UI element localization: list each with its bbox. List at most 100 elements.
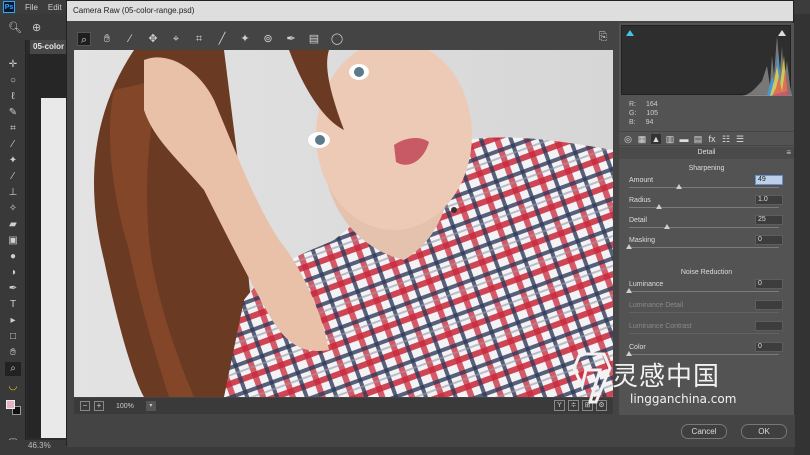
sharpening-slider-value-field[interactable]: 49 (755, 175, 783, 185)
noise-slider-thumb[interactable] (626, 288, 632, 293)
noise-slider-row: Luminance Detail (629, 300, 789, 320)
sharpening-slider-track[interactable] (629, 247, 779, 248)
graduated-filter-icon[interactable]: ▤ (307, 32, 321, 46)
document-tab[interactable]: 05-color (30, 40, 70, 54)
lasso-icon[interactable]: ℓ (5, 90, 21, 104)
ps-options-bar: 🔍︎ ⊕ (0, 14, 70, 40)
sharpening-slider-track[interactable] (629, 187, 779, 188)
targeted-adjust-icon[interactable]: ⌖ (169, 32, 183, 46)
foreground-background-colors[interactable] (5, 400, 21, 420)
sharpening-slider-value-field[interactable]: 0 (755, 235, 783, 245)
image-preview[interactable] (74, 50, 613, 397)
move-icon[interactable]: ✛ (5, 58, 21, 72)
menu-file[interactable]: File (25, 3, 38, 12)
rectangle-icon[interactable]: □ (5, 330, 21, 344)
zoom-icon[interactable]: ⌕ (5, 362, 21, 376)
tab-hsl-icon[interactable]: ▥ (665, 134, 675, 144)
pen-icon[interactable]: ✒ (5, 282, 21, 296)
spot-removal-icon[interactable]: ✦ (238, 32, 252, 46)
type-icon[interactable]: T (5, 298, 21, 312)
crop-icon[interactable]: ⌗ (192, 32, 206, 46)
noise-reduction-heading: Noise Reduction (680, 269, 733, 276)
sharpening-slider-label: Radius (629, 197, 651, 204)
color-sampler-icon[interactable]: ✥ (146, 32, 160, 46)
healing-icon[interactable]: ✦ (5, 154, 21, 168)
watermark-logo-icon (572, 352, 612, 404)
noise-slider-label: Luminance Detail (629, 302, 684, 309)
zoom-in-icon[interactable]: ⊕ (32, 21, 41, 34)
tab-basic-icon[interactable]: ◎ (623, 134, 633, 144)
sharpening-slider-row: Radius 1.0 (629, 195, 789, 215)
noise-slider-track[interactable] (629, 291, 779, 292)
panel-menu-icon[interactable]: ≡ (786, 147, 791, 159)
banana-icon[interactable]: ◡ (5, 380, 21, 394)
ps-right-panel-strip (794, 14, 810, 455)
sharpening-slider-value-field[interactable]: 1.0 (755, 195, 783, 205)
gradient-icon[interactable]: ▣ (5, 234, 21, 248)
history-brush-icon[interactable]: ✧ (5, 202, 21, 216)
sharpening-slider-thumb[interactable] (626, 244, 632, 249)
radial-filter-icon[interactable]: ◯ (330, 32, 344, 46)
sharpening-slider-track[interactable] (629, 227, 779, 228)
shadow-clipping-icon[interactable] (626, 30, 634, 36)
sharpening-slider-row: Detail 25 (629, 215, 789, 235)
quick-select-icon[interactable]: ✎ (5, 106, 21, 120)
sharpening-slider-thumb[interactable] (663, 224, 670, 229)
watermark-url: lingganchina.com (630, 392, 737, 406)
noise-slider-track (629, 333, 779, 334)
hand-icon[interactable]: ✋︎ (100, 32, 114, 46)
marquee-icon[interactable]: ○ (5, 74, 21, 88)
tab-effects-icon[interactable]: fx (707, 134, 717, 144)
sharpening-slider-label: Masking (629, 237, 656, 244)
blur-icon[interactable]: ● (5, 250, 21, 264)
path-select-icon[interactable]: ▸ (5, 314, 21, 328)
tab-lens-icon[interactable]: ▤ (693, 134, 703, 144)
tab-tone-curve-icon[interactable]: ▦ (637, 134, 647, 144)
sharpening-slider-track[interactable] (629, 207, 779, 208)
brush-icon[interactable]: ∕ (5, 170, 21, 184)
noise-slider-row: Luminance 0 (626, 279, 789, 299)
eyedropper-icon[interactable]: ⁄ (5, 138, 21, 152)
noise-slider-value-field[interactable]: 0 (755, 279, 783, 289)
highlight-clipping-icon[interactable] (778, 30, 786, 36)
adjustment-brush-icon[interactable]: ✒ (284, 32, 298, 46)
photoshop-logo: Ps (3, 1, 15, 13)
sharpening-slider-thumb[interactable] (675, 184, 682, 189)
crop-icon[interactable]: ⌗ (5, 122, 21, 136)
sharpening-slider-label: Amount (629, 177, 654, 184)
tab-presets-icon[interactable]: ☰ (735, 134, 745, 144)
tab-detail-icon[interactable]: ▲ (651, 133, 661, 144)
sharpening-slider-label: Detail (629, 217, 647, 224)
zoom-dropdown[interactable]: ▾ (145, 401, 156, 411)
ps-toolbar: ✛ ○ ℓ ✎ ⌗ ⁄ ✦ ∕ ⊥ ✧ ▰ ▣ ● ◑ ✒ T ▸ □ ✋︎ ⌕… (0, 40, 26, 448)
hand-icon[interactable]: ✋︎ (5, 346, 21, 360)
zoom-out-button[interactable]: − (80, 401, 90, 411)
zoom-status: 46.3% (28, 441, 51, 450)
dodge-icon[interactable]: ◑ (5, 266, 21, 280)
zoom-in-button[interactable]: + (94, 401, 104, 411)
zoom-icon[interactable]: ⌕ (77, 32, 91, 46)
noise-slider-value-field (755, 321, 783, 331)
rgb-readout: R: 164 G: 105 B: 94 (629, 101, 659, 126)
cancel-button[interactable]: Cancel (681, 424, 727, 439)
sharpening-slider-thumb[interactable] (656, 204, 662, 209)
menu-edit[interactable]: Edit (48, 3, 62, 12)
sharpening-slider-value-field[interactable]: 25 (755, 215, 783, 225)
red-eye-icon[interactable]: ⊚ (261, 32, 275, 46)
straighten-icon[interactable]: ╱ (215, 32, 229, 46)
eraser-icon[interactable]: ▰ (5, 218, 21, 232)
tab-split-toning-icon[interactable]: ▬ (679, 134, 689, 144)
panel-title: Detail (619, 147, 794, 159)
ok-button[interactable]: OK (741, 424, 787, 439)
white-balance-icon[interactable]: ∕ (123, 32, 137, 46)
zoom-tool-options-icon[interactable]: 🔍︎ (8, 21, 22, 34)
histogram (621, 25, 792, 96)
clone-stamp-icon[interactable]: ⊥ (5, 186, 21, 200)
tab-calibration-icon[interactable]: ☷ (721, 134, 731, 144)
camera-raw-toolbar: ⌕ ✋︎ ∕ ✥ ⌖ ⌗ ╱ ✦ ⊚ ✒ ▤ ◯ (67, 29, 615, 49)
dialog-bottom-bar: Cancel OK (67, 415, 795, 447)
screen: Ps File Edit 🔍︎ ⊕ ✛ ○ ℓ ✎ ⌗ ⁄ ✦ ∕ ⊥ ✧ ▰ … (0, 0, 810, 455)
before-after-toggle-icon[interactable]: Y (554, 400, 565, 411)
sharpening-slider-row: Amount 49 (629, 175, 789, 195)
open-in-panel-icon[interactable]: ⎘ (596, 31, 610, 45)
